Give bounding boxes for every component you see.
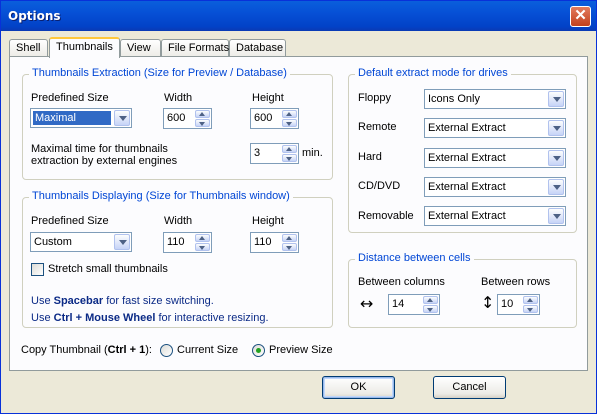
spin-down-icon[interactable] — [282, 154, 297, 162]
chevron-down-icon[interactable] — [548, 120, 564, 136]
stretch-label[interactable]: Stretch small thumbnails — [48, 263, 168, 275]
spin-down-icon[interactable] — [195, 243, 210, 251]
spin-up-icon[interactable] — [523, 296, 538, 304]
drives-group-title: Default extract mode for drives — [355, 67, 511, 79]
maxtime-unit: min. — [302, 147, 323, 159]
displaying-predefined-select[interactable]: Custom — [30, 232, 132, 252]
distance-group: Distance between cells — [348, 252, 577, 328]
between-columns-label: Between columns — [358, 276, 445, 288]
maxtime-label-line1: Maximal time for thumbnails — [31, 143, 168, 155]
spin-up-icon[interactable] — [423, 296, 438, 304]
current-size-radio[interactable] — [160, 344, 173, 357]
chevron-down-icon[interactable] — [548, 150, 564, 166]
drive-select-remote[interactable]: External Extract — [424, 118, 566, 138]
spin-up-icon[interactable] — [282, 145, 297, 153]
extraction-height-spinner[interactable]: 600 — [250, 108, 299, 129]
cancel-button[interactable]: Cancel — [433, 376, 506, 399]
displaying-height-value: 110 — [254, 236, 272, 248]
chevron-down-icon[interactable] — [548, 208, 564, 224]
displaying-predefined-value: Custom — [34, 236, 72, 248]
stretch-checkbox[interactable] — [31, 263, 44, 276]
spin-down-icon[interactable] — [282, 119, 297, 127]
drive-label-remote: Remote — [358, 121, 397, 133]
spin-up-icon[interactable] — [282, 110, 297, 118]
displaying-width-value: 110 — [167, 236, 185, 248]
drive-value-floppy: Icons Only — [428, 93, 480, 105]
drive-label-removable: Removable — [358, 210, 414, 222]
displaying-width-label: Width — [164, 215, 193, 227]
spin-down-icon[interactable] — [423, 305, 438, 313]
drive-select-hard[interactable]: External Extract — [424, 148, 566, 168]
between-rows-value: 10 — [501, 298, 514, 310]
extraction-height-label: Height — [252, 92, 284, 104]
extraction-predefined-value: Maximal — [33, 111, 111, 125]
spin-down-icon[interactable] — [282, 243, 297, 251]
tab-file-formats[interactable]: File Formats — [161, 39, 229, 57]
displaying-height-spinner[interactable]: 110 — [250, 232, 299, 253]
spin-down-icon[interactable] — [195, 119, 210, 127]
hint-mouse-wheel: Use Ctrl + Mouse Wheel for interactive r… — [31, 312, 269, 324]
displaying-width-spinner[interactable]: 110 — [163, 232, 212, 253]
between-rows-spinner[interactable]: 10 — [497, 294, 540, 315]
preview-size-radio[interactable] — [252, 344, 265, 357]
drive-select-floppy[interactable]: Icons Only — [424, 89, 566, 109]
options-dialog: Options ✕ Shell Thumbnails View File For… — [0, 0, 597, 414]
displaying-predefined-label: Predefined Size — [31, 215, 109, 227]
drive-label-floppy: Floppy — [358, 92, 392, 104]
maxtime-label-line2: extraction by external engines — [31, 155, 178, 167]
title-bar[interactable]: Options ✕ — [1, 1, 596, 31]
thumbnails-panel: Thumbnails Extraction (Size for Preview … — [9, 56, 588, 371]
extraction-predefined-select[interactable]: Maximal — [30, 108, 132, 128]
spin-up-icon[interactable] — [195, 234, 210, 242]
close-button[interactable]: ✕ — [570, 6, 591, 27]
drive-value-hard: External Extract — [428, 152, 506, 164]
drive-select-removable[interactable]: External Extract — [424, 206, 566, 226]
spin-up-icon[interactable] — [195, 110, 210, 118]
distance-group-title: Distance between cells — [355, 252, 474, 264]
extraction-width-value: 600 — [167, 112, 186, 124]
preview-size-label[interactable]: Preview Size — [269, 344, 333, 356]
drive-value-remote: External Extract — [428, 122, 506, 134]
maxtime-value: 3 — [254, 147, 261, 159]
current-size-label[interactable]: Current Size — [177, 344, 238, 356]
chevron-down-icon[interactable] — [114, 110, 130, 126]
spin-down-icon[interactable] — [523, 305, 538, 313]
maxtime-spinner[interactable]: 3 — [250, 143, 299, 164]
between-columns-spinner[interactable]: 14 — [388, 294, 440, 315]
extraction-predefined-label: Predefined Size — [31, 92, 109, 104]
tab-thumbnails[interactable]: Thumbnails — [49, 37, 120, 58]
extraction-width-label: Width — [164, 92, 193, 104]
tab-database[interactable]: Database — [229, 39, 286, 57]
spin-up-icon[interactable] — [282, 234, 297, 242]
hint-spacebar: Use Spacebar for fast size switching. — [31, 295, 214, 307]
chevron-down-icon[interactable] — [114, 234, 130, 250]
tab-view[interactable]: View — [120, 39, 161, 57]
window-title: Options — [8, 9, 61, 23]
tab-shell[interactable]: Shell — [9, 39, 48, 57]
drive-label-cddvd: CD/DVD — [358, 180, 401, 192]
displaying-group-title: Thumbnails Displaying (Size for Thumbnai… — [29, 190, 293, 202]
between-columns-value: 14 — [392, 298, 405, 310]
extraction-width-spinner[interactable]: 600 — [163, 108, 212, 129]
between-rows-label: Between rows — [481, 276, 551, 288]
ok-button[interactable]: OK — [322, 376, 395, 399]
drive-value-removable: External Extract — [428, 210, 506, 222]
vertical-arrows-icon: ↕ — [481, 293, 495, 312]
drive-value-cddvd: External Extract — [428, 181, 506, 193]
copy-thumbnail-label: Copy Thumbnail (Ctrl + 1): — [21, 344, 152, 356]
displaying-height-label: Height — [252, 215, 284, 227]
extraction-height-value: 600 — [254, 112, 273, 124]
horizontal-arrows-icon: ↔ — [360, 294, 374, 313]
drive-label-hard: Hard — [358, 151, 382, 163]
chevron-down-icon[interactable] — [548, 91, 564, 107]
chevron-down-icon[interactable] — [548, 179, 564, 195]
extraction-group-title: Thumbnails Extraction (Size for Preview … — [29, 67, 290, 79]
drive-select-cddvd[interactable]: External Extract — [424, 177, 566, 197]
close-icon: ✕ — [574, 7, 587, 24]
